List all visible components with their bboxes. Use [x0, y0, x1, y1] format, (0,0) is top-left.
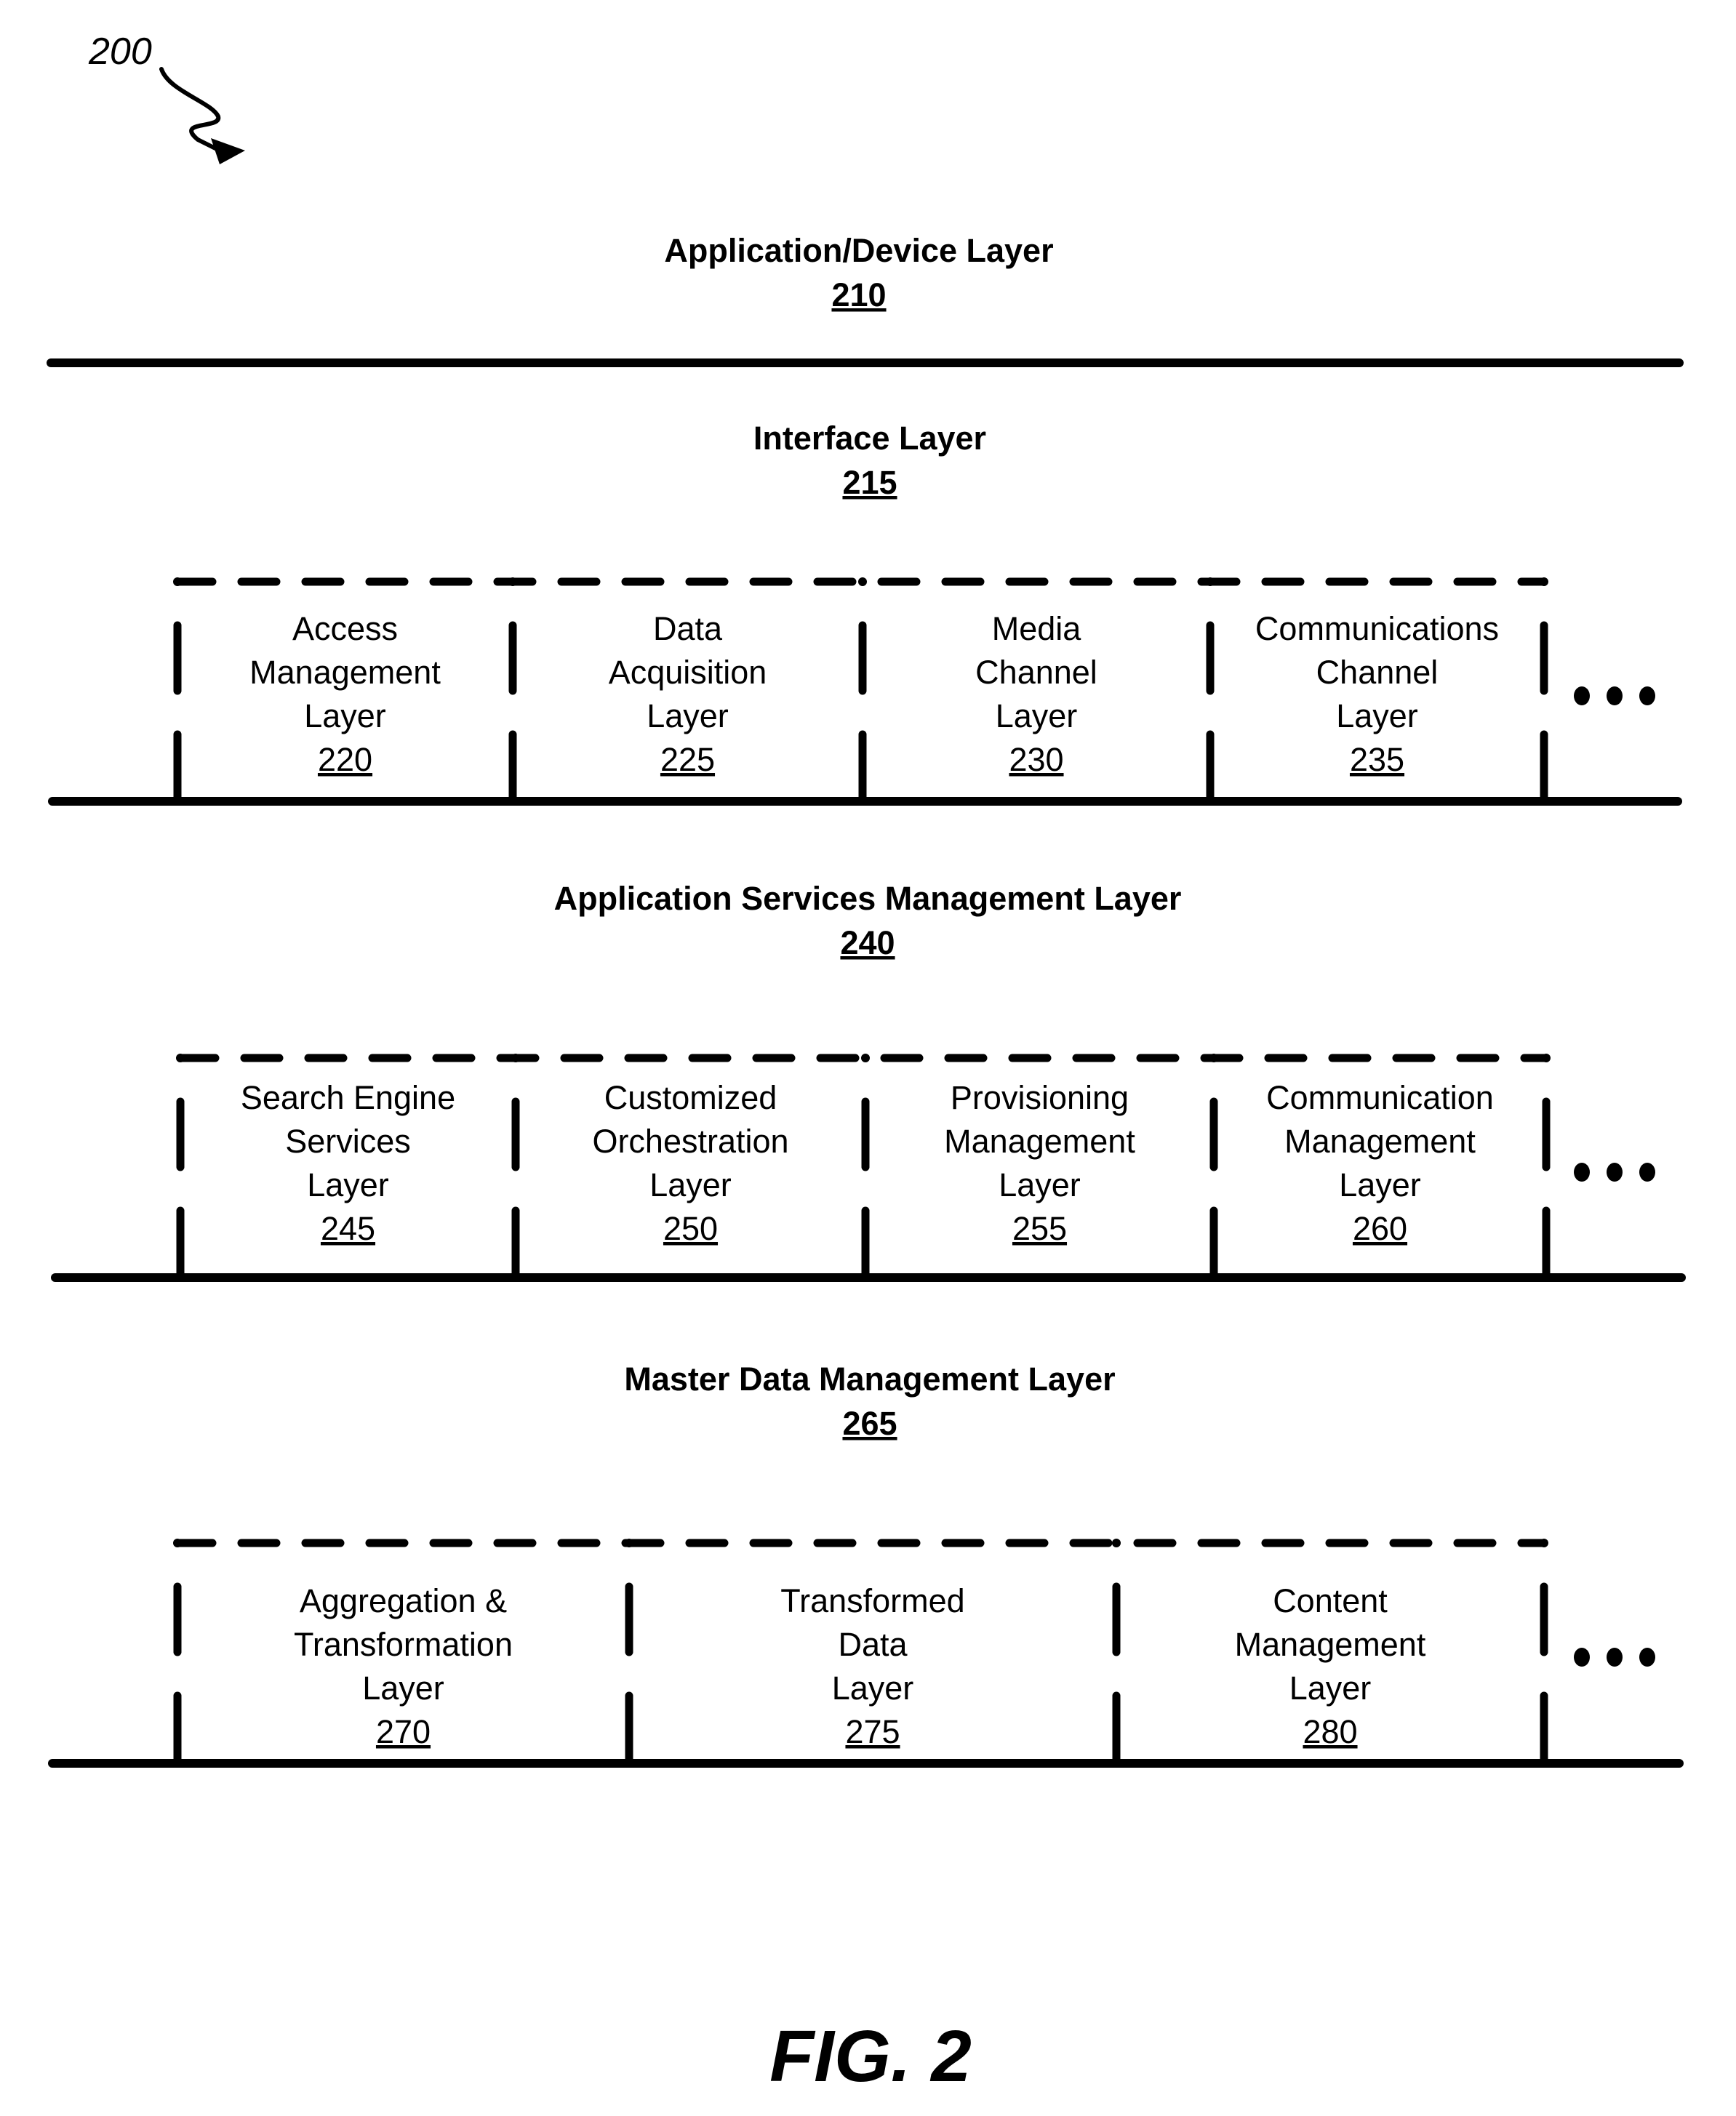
sublayer-box: Search Engine Services Layer 245	[241, 1079, 455, 1247]
layer-title: Master Data Management Layer	[624, 1360, 1115, 1398]
sublayer-row-master-data: Aggregation & Transformation Layer 270 Trans…	[173, 1539, 1655, 1768]
sublayer-label: Layer	[832, 1670, 914, 1707]
sublayer-box: Data Acquisition Layer 225	[609, 610, 767, 778]
boundary-dot	[861, 1054, 870, 1062]
sublayer-label: Layer	[1336, 697, 1418, 734]
sublayer-label: Transformation	[294, 1626, 513, 1663]
sublayer-label: Transformed	[780, 1582, 964, 1619]
layer-title: Interface Layer	[753, 420, 986, 457]
layer-title: Application/Device Layer	[664, 232, 1053, 269]
sublayer-label: Layer	[307, 1166, 389, 1203]
sublayer-label: Orchestration	[592, 1123, 788, 1160]
layer-interface: Interface Layer 215	[753, 420, 986, 501]
more-dots-icon	[1574, 1163, 1655, 1182]
sublayer-label: Acquisition	[609, 654, 767, 691]
sublayer-label: Search Engine	[241, 1079, 455, 1116]
sublayer-box: Aggregation & Transformation Layer 270	[294, 1582, 513, 1750]
boundary-dot	[508, 577, 517, 586]
layer-number: 215	[842, 464, 897, 501]
sublayer-box: Customized Orchestration Layer 250	[592, 1079, 788, 1247]
layer-number: 240	[840, 924, 895, 961]
sublayer-label: Management	[1235, 1626, 1426, 1663]
sublayer-label: Data	[838, 1626, 908, 1663]
sublayer-box: Content Management Layer 280	[1235, 1582, 1426, 1750]
sublayer-label: Access	[292, 610, 398, 647]
figure-reference-numeral: 200	[88, 31, 152, 73]
layer-master-data: Master Data Management Layer 265	[624, 1360, 1115, 1442]
sublayer-label: Communication	[1266, 1079, 1494, 1116]
boundary-dot	[858, 577, 867, 586]
sublayer-box: Transformed Data Layer 275	[780, 1582, 964, 1750]
sublayer-box: Communication Management Layer 260	[1266, 1079, 1494, 1247]
sublayer-label: Services	[285, 1123, 411, 1160]
sublayer-row-interface: Access Management Layer 220 Data Acquisition L…	[173, 577, 1655, 806]
sublayer-row-application-services: Search Engine Services Layer 245 Customized O…	[176, 1054, 1655, 1282]
sublayer-label: Channel	[1316, 654, 1439, 691]
boundary-dot	[1542, 1054, 1551, 1062]
sublayer-number: 280	[1303, 1713, 1357, 1750]
layer-title: Application Services Management Layer	[554, 880, 1182, 917]
sublayer-box: Communications Channel Layer 235	[1255, 610, 1499, 778]
sublayer-number: 235	[1350, 741, 1404, 778]
layer-number: 265	[842, 1405, 897, 1442]
sublayer-label: Layer	[1339, 1166, 1421, 1203]
sublayer-label: Communications	[1255, 610, 1499, 647]
sublayer-label: Customized	[604, 1079, 777, 1116]
figure-caption: FIG. 2	[769, 2016, 972, 2097]
sublayer-label: Layer	[999, 1166, 1081, 1203]
boundary-dot	[1206, 577, 1215, 586]
sublayer-number: 245	[321, 1210, 375, 1247]
sublayer-label: Layer	[647, 697, 729, 734]
sublayer-number: 225	[660, 741, 715, 778]
more-dots-icon	[1574, 686, 1655, 705]
layer-application-device: Application/Device Layer 210	[664, 232, 1053, 313]
layer-diagram: 200 Application/Device Layer 210 Interfa…	[47, 31, 1686, 2097]
sublayer-box: Provisioning Management Layer 255	[944, 1079, 1135, 1247]
sublayer-label: Layer	[304, 697, 386, 734]
layer-application-services: Application Services Management Layer 24…	[554, 880, 1182, 961]
sublayer-box: Access Management Layer 220	[249, 610, 441, 778]
sublayer-box: Media Channel Layer 230	[975, 610, 1097, 778]
layer-number: 210	[831, 276, 886, 313]
sublayer-label: Management	[944, 1123, 1135, 1160]
sublayer-label: Layer	[1289, 1670, 1372, 1707]
boundary-dot	[173, 577, 182, 586]
boundary-dot	[1112, 1539, 1121, 1547]
boundary-dot	[511, 1054, 520, 1062]
sublayer-label: Layer	[649, 1166, 732, 1203]
sublayer-label: Management	[1284, 1123, 1476, 1160]
sublayer-label: Channel	[975, 654, 1097, 691]
boundary-dot	[1540, 577, 1548, 586]
sublayer-label: Data	[653, 610, 723, 647]
boundary-dot	[1209, 1054, 1218, 1062]
sublayer-number: 255	[1012, 1210, 1067, 1247]
sublayer-label: Provisioning	[951, 1079, 1129, 1116]
sublayer-number: 260	[1353, 1210, 1407, 1247]
boundary-dot	[176, 1054, 185, 1062]
reference-arrow-icon	[159, 67, 245, 164]
sublayer-number: 220	[318, 741, 372, 778]
sublayer-label: Media	[992, 610, 1082, 647]
sublayer-number: 230	[1009, 741, 1063, 778]
sublayer-number: 250	[663, 1210, 718, 1247]
sublayer-number: 270	[376, 1713, 431, 1750]
sublayer-label: Layer	[362, 1670, 444, 1707]
more-dots-icon	[1574, 1648, 1655, 1667]
sublayer-number: 275	[845, 1713, 900, 1750]
sublayer-label: Management	[249, 654, 441, 691]
boundary-dot	[625, 1539, 633, 1547]
sublayer-label: Content	[1273, 1582, 1388, 1619]
sublayer-label: Aggregation &	[300, 1582, 507, 1619]
sublayer-label: Layer	[996, 697, 1078, 734]
boundary-dot	[1540, 1539, 1548, 1547]
boundary-dot	[173, 1539, 182, 1547]
